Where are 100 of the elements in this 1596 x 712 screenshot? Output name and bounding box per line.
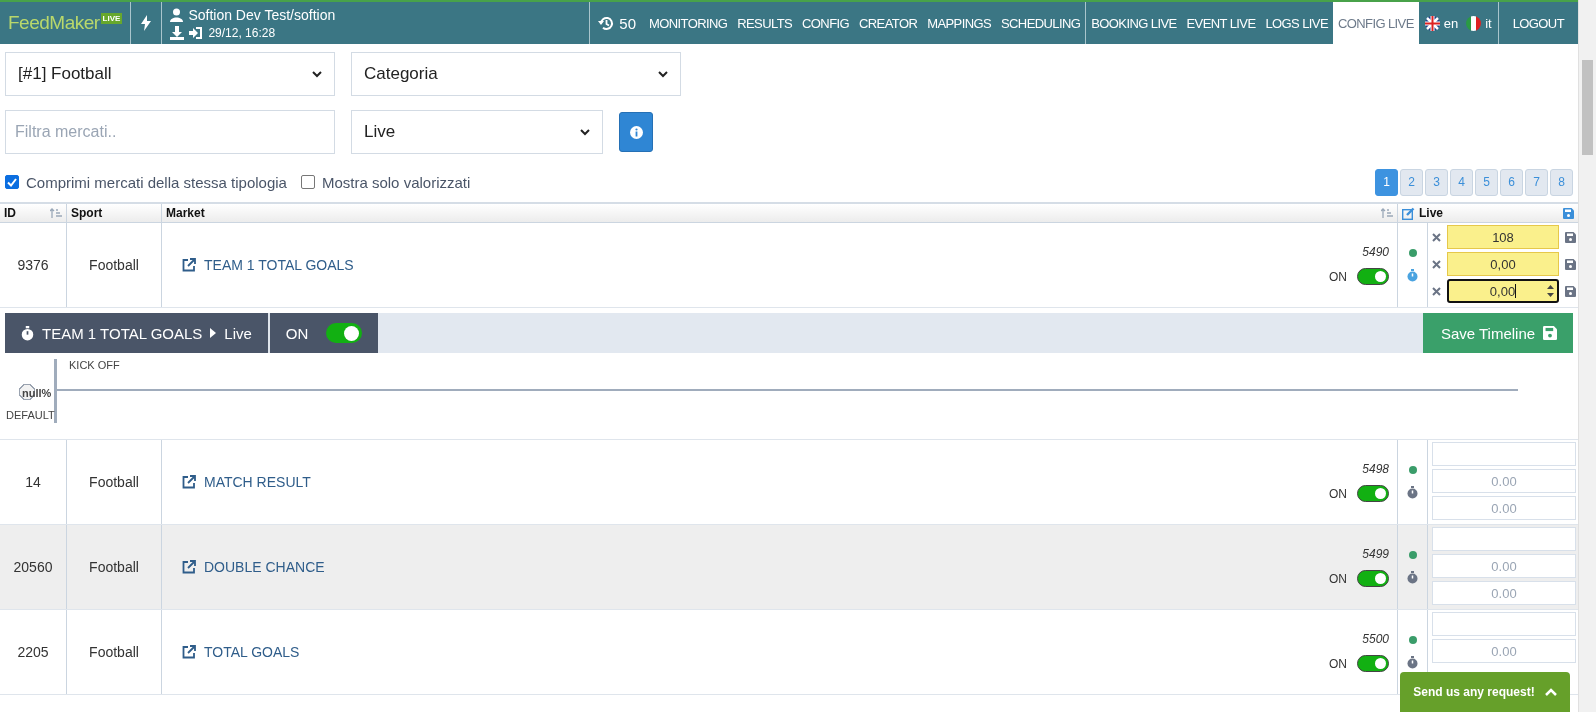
toggle-switch[interactable] — [1357, 268, 1389, 285]
page-button[interactable]: 5 — [1475, 168, 1498, 196]
column-header[interactable]: Sport — [71, 206, 103, 220]
page-button[interactable]: 3 — [1425, 168, 1448, 196]
toggle-switch[interactable] — [1357, 655, 1389, 672]
nav-tab[interactable]: BOOKING LIVE — [1085, 2, 1182, 44]
feedback-button[interactable]: Send us any request! — [1400, 672, 1570, 712]
nav-tab[interactable]: MONITORING — [644, 2, 733, 44]
value-field[interactable]: 0.00 — [1432, 581, 1576, 605]
nav-tab[interactable]: CONFIG LIVE — [1333, 2, 1419, 44]
value-field[interactable]: 0.00 — [1432, 469, 1576, 493]
checkbox[interactable] — [300, 175, 315, 189]
stopwatch-icon[interactable] — [1407, 656, 1418, 669]
toggle-switch[interactable] — [1357, 570, 1389, 587]
value-field[interactable]: 0,00 — [1447, 279, 1559, 303]
status-dot-icon — [1408, 466, 1417, 474]
page-button[interactable]: 7 — [1525, 168, 1548, 196]
logo-badge: LIVE — [100, 13, 123, 24]
clear-icon[interactable] — [1432, 286, 1441, 296]
value-field[interactable]: 0.00 — [1432, 496, 1576, 520]
status-dot-icon — [1408, 249, 1417, 257]
page-button[interactable]: 1 — [1375, 168, 1398, 196]
spinner-arrows-icon[interactable] — [1546, 283, 1555, 299]
value-field[interactable] — [1432, 442, 1576, 466]
value-field[interactable]: 0.00 — [1432, 554, 1576, 578]
category-select[interactable]: Categoria — [351, 52, 681, 96]
search-field[interactable]: Filtra mercati.. — [5, 110, 335, 154]
page-button[interactable]: 6 — [1500, 168, 1523, 196]
user-icon — [170, 7, 184, 22]
sport-select[interactable]: [#1] Football — [5, 52, 335, 96]
language-option[interactable]: it — [1466, 15, 1492, 31]
stopwatch-icon — [21, 325, 34, 341]
kickoff-label: KICK OFF — [69, 359, 120, 371]
save-icon[interactable] — [1565, 231, 1576, 243]
clear-icon[interactable] — [1432, 259, 1441, 269]
value-field[interactable]: 0.00 — [1432, 639, 1576, 663]
download-icon[interactable] — [170, 25, 185, 40]
info-button[interactable] — [619, 112, 653, 152]
save-icon[interactable] — [1563, 207, 1574, 219]
page-button[interactable]: 8 — [1550, 168, 1573, 196]
checkbox-label: Comprimi mercati della stessa tipologia — [26, 173, 287, 191]
external-link-icon — [182, 258, 196, 272]
history-button[interactable]: 50 — [589, 2, 644, 44]
status-label: ON — [1329, 486, 1347, 501]
nav-tab[interactable]: CONFIG — [797, 2, 854, 44]
table-cell: Football — [89, 644, 139, 660]
login-icon[interactable] — [189, 25, 204, 40]
value-field[interactable] — [1432, 527, 1576, 551]
table-cell: 9376 — [17, 257, 49, 273]
market-link[interactable]: DOUBLE CHANCE — [182, 559, 325, 575]
nav-tab[interactable]: RESULTS — [732, 2, 798, 44]
status-label: ON — [1329, 571, 1347, 586]
table-cell: Football — [89, 257, 139, 273]
page-button[interactable]: 4 — [1450, 168, 1473, 196]
value-field[interactable] — [1432, 612, 1576, 636]
market-link[interactable]: MATCH RESULT — [182, 474, 311, 490]
column-header[interactable]: Market — [166, 206, 205, 220]
chevron-up-icon — [1544, 688, 1557, 696]
external-link-icon — [182, 645, 196, 659]
nav-tab[interactable]: SCHEDULING — [996, 2, 1086, 44]
save-timeline-button[interactable]: Save Timeline — [1423, 313, 1573, 353]
stopwatch-icon[interactable] — [1407, 486, 1418, 499]
user-name: Softion Dev Test/softion — [188, 6, 336, 23]
checkbox-label: Mostra solo valorizzati — [321, 173, 471, 191]
slider-handle[interactable]: null% — [18, 383, 52, 401]
stopwatch-icon[interactable] — [1407, 571, 1418, 584]
scrollbar[interactable] — [1578, 0, 1596, 712]
toggle-switch[interactable] — [1357, 485, 1389, 502]
logo[interactable]: FeedMaker — [8, 12, 100, 34]
nav-tab[interactable]: EVENT LIVE — [1181, 2, 1261, 44]
market-code: 5500 — [1362, 632, 1389, 646]
nav-tab[interactable]: LOGS LIVE — [1260, 2, 1333, 44]
language-option[interactable]: en — [1424, 15, 1459, 31]
toggle-switch[interactable] — [326, 323, 363, 343]
market-link[interactable]: TOTAL GOALS — [182, 644, 300, 660]
table-cell: Football — [89, 559, 139, 575]
caret-right-icon — [210, 328, 217, 338]
column-header[interactable]: Live — [1419, 206, 1443, 220]
edit-icon[interactable] — [1402, 206, 1415, 220]
save-icon[interactable] — [1565, 285, 1576, 297]
clear-icon[interactable] — [1432, 232, 1441, 242]
table-cell: Football — [89, 474, 139, 490]
value-field[interactable]: 108 — [1447, 225, 1559, 249]
market-link[interactable]: TEAM 1 TOTAL GOALS — [182, 257, 354, 273]
lightning-icon[interactable] — [141, 15, 152, 31]
status-label: ON — [1329, 656, 1347, 671]
stopwatch-icon[interactable] — [1407, 269, 1418, 282]
mode-select[interactable]: Live — [351, 110, 603, 154]
checkbox[interactable] — [5, 175, 19, 189]
page-button[interactable]: 2 — [1400, 168, 1423, 196]
status-label: ON — [1329, 269, 1347, 284]
value-field[interactable]: 0,00 — [1447, 252, 1559, 276]
table-cell: 20560 — [13, 559, 53, 575]
save-icon[interactable] — [1565, 258, 1576, 270]
table-cell: 14 — [25, 474, 41, 490]
nav-tab[interactable]: MAPPINGS — [922, 2, 996, 44]
save-icon — [1543, 326, 1558, 340]
timeline-header: TEAM 1 TOTAL GOALS Live — [5, 313, 270, 353]
column-header[interactable]: ID — [4, 206, 16, 220]
nav-tab[interactable]: CREATOR — [854, 2, 923, 44]
